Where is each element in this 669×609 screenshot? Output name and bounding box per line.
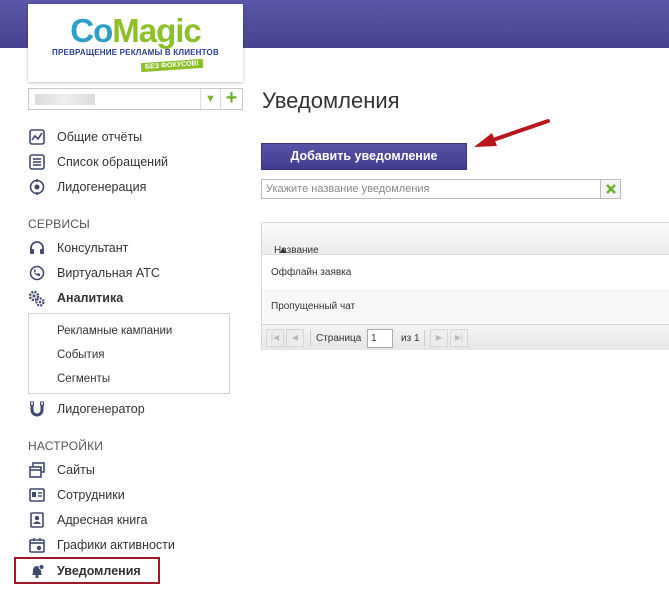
pager: |◀ ◀ Страница 1 из 1 ▶ ▶|: [262, 324, 669, 350]
sidebar-item-address-book[interactable]: Адресная книга: [28, 510, 147, 530]
sidebar-item-virtual-pbx[interactable]: Виртуальная АТС: [28, 263, 160, 283]
chart-line-icon: [28, 129, 45, 146]
logo[interactable]: CoMagic ПРЕВРАЩЕНИЕ РЕКЛАМЫ В КЛИЕНТОВ Б…: [28, 4, 243, 82]
table-row[interactable]: Пропущенный чат: [262, 289, 669, 323]
grid-header[interactable]: Название ▲: [262, 223, 669, 256]
notification-name-input[interactable]: [261, 179, 601, 199]
sidebar-item-sites[interactable]: Сайты: [28, 460, 95, 480]
clear-filter-icon[interactable]: [601, 179, 621, 199]
site-selector[interactable]: ▼ +: [28, 88, 243, 110]
address-book-icon: [28, 512, 45, 529]
notifications-grid: Название ▲ Оффлайн заявка Пропущенный чат…: [261, 222, 669, 350]
sidebar-item-requests-list[interactable]: Список обращений: [28, 152, 168, 172]
sidebar-item-activity-schedules[interactable]: Графики активности: [28, 535, 175, 555]
logo-text: CoMagic: [70, 12, 202, 49]
submenu-item-ad-campaigns[interactable]: Рекламные кампании: [57, 325, 172, 337]
logo-badge: БЕЗ ФОКУСОВ!: [140, 58, 204, 73]
next-page-icon[interactable]: ▶: [430, 329, 448, 347]
notification-filter: [261, 179, 621, 199]
prev-page-icon[interactable]: ◀: [286, 329, 304, 347]
id-card-icon: [28, 487, 45, 504]
site-name-blurred: [35, 94, 95, 105]
analytics-submenu: Рекламные кампании События Сегменты: [28, 313, 230, 394]
calendar-icon: [28, 537, 45, 554]
page-title: Уведомления: [262, 88, 400, 113]
arrow-pointer-icon: [474, 119, 550, 147]
sidebar-item-general-reports[interactable]: Общие отчёты: [28, 127, 142, 147]
page-count: из 1: [401, 333, 420, 344]
add-site-icon[interactable]: +: [220, 88, 242, 109]
logo-tagline: ПРЕВРАЩЕНИЕ РЕКЛАМЫ В КЛИЕНТОВ: [52, 48, 219, 57]
section-heading-services: СЕРВИСЫ: [28, 217, 90, 231]
sidebar-item-employees[interactable]: Сотрудники: [28, 485, 125, 505]
section-heading-settings: НАСТРОЙКИ: [28, 439, 104, 453]
magnet-icon: [28, 401, 45, 418]
sidebar-item-consultant[interactable]: Консультант: [28, 238, 128, 258]
gears-icon: [28, 290, 45, 307]
add-notification-button[interactable]: Добавить уведомление: [261, 143, 467, 170]
submenu-item-events[interactable]: События: [57, 349, 104, 361]
headset-icon: [28, 240, 45, 257]
active-item-highlight: [14, 557, 160, 584]
sidebar-item-leadgeneration[interactable]: Лидогенерация: [28, 177, 146, 197]
page-label: Страница: [316, 333, 362, 344]
target-icon: [28, 179, 45, 196]
first-page-icon[interactable]: |◀: [266, 329, 284, 347]
sidebar-item-leadgenerator[interactable]: Лидогенератор: [28, 399, 145, 419]
chevron-down-icon[interactable]: ▼: [200, 89, 220, 109]
list-icon: [28, 154, 45, 171]
last-page-icon[interactable]: ▶|: [450, 329, 468, 347]
windows-icon: [28, 462, 45, 479]
sidebar-item-analytics[interactable]: Аналитика: [28, 288, 123, 308]
table-row[interactable]: Оффлайн заявка: [262, 255, 669, 289]
page-number-input[interactable]: 1: [367, 329, 393, 348]
submenu-item-segments[interactable]: Сегменты: [57, 373, 110, 385]
phone-icon: [28, 265, 45, 282]
